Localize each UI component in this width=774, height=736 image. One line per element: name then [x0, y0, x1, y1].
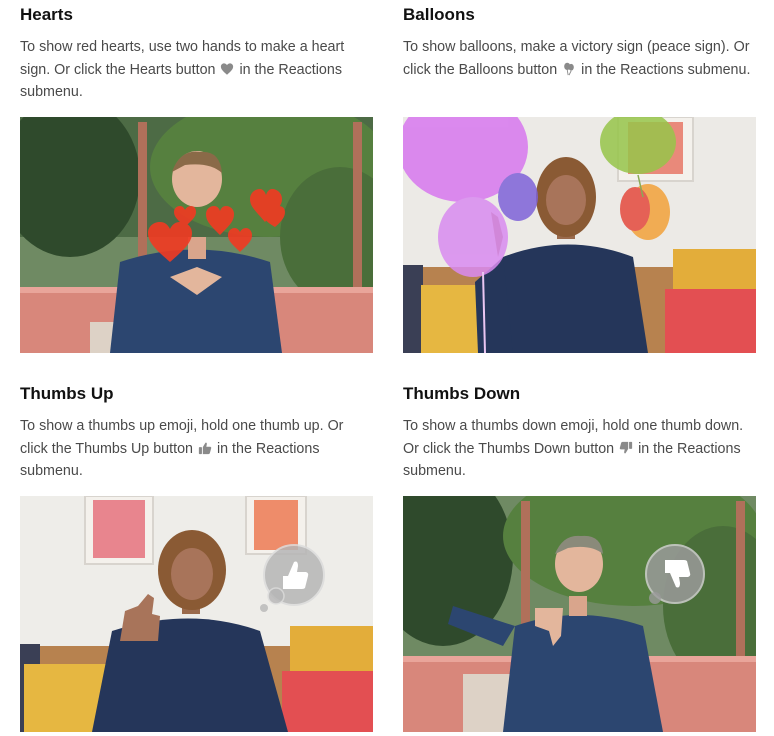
thumbs-up-icon [198, 442, 212, 454]
section-thumbs-up: Thumbs Up To show a thumbs up emoji, hol… [20, 383, 374, 483]
section-title: Thumbs Down [403, 384, 521, 403]
section-description: To show a thumbs up emoji, hold one thum… [20, 415, 374, 483]
hearts-photo [20, 117, 373, 353]
thumbs-down-icon [619, 441, 633, 453]
section-hearts: Hearts To show red hearts, use two hands… [20, 4, 374, 104]
heart-icon [221, 62, 234, 75]
section-description: To show balloons, make a victory sign (p… [403, 36, 757, 104]
section-thumbs-down: Thumbs Down To show a thumbs down emoji,… [403, 383, 757, 483]
section-balloons: Balloons To show balloons, make a victor… [403, 4, 757, 104]
balloon-icon [564, 62, 574, 75]
section-description: To show red hearts, use two hands to mak… [20, 36, 374, 104]
section-title: Hearts [20, 5, 73, 24]
section-description: To show a thumbs down emoji, hold one th… [403, 415, 757, 483]
thumbs-down-photo [403, 496, 756, 732]
description-text-end: in the Reactions submenu. [581, 61, 751, 78]
section-title: Thumbs Up [20, 384, 114, 403]
balloons-photo [403, 117, 756, 353]
thumbs-up-photo [20, 496, 373, 732]
section-title: Balloons [403, 5, 475, 24]
